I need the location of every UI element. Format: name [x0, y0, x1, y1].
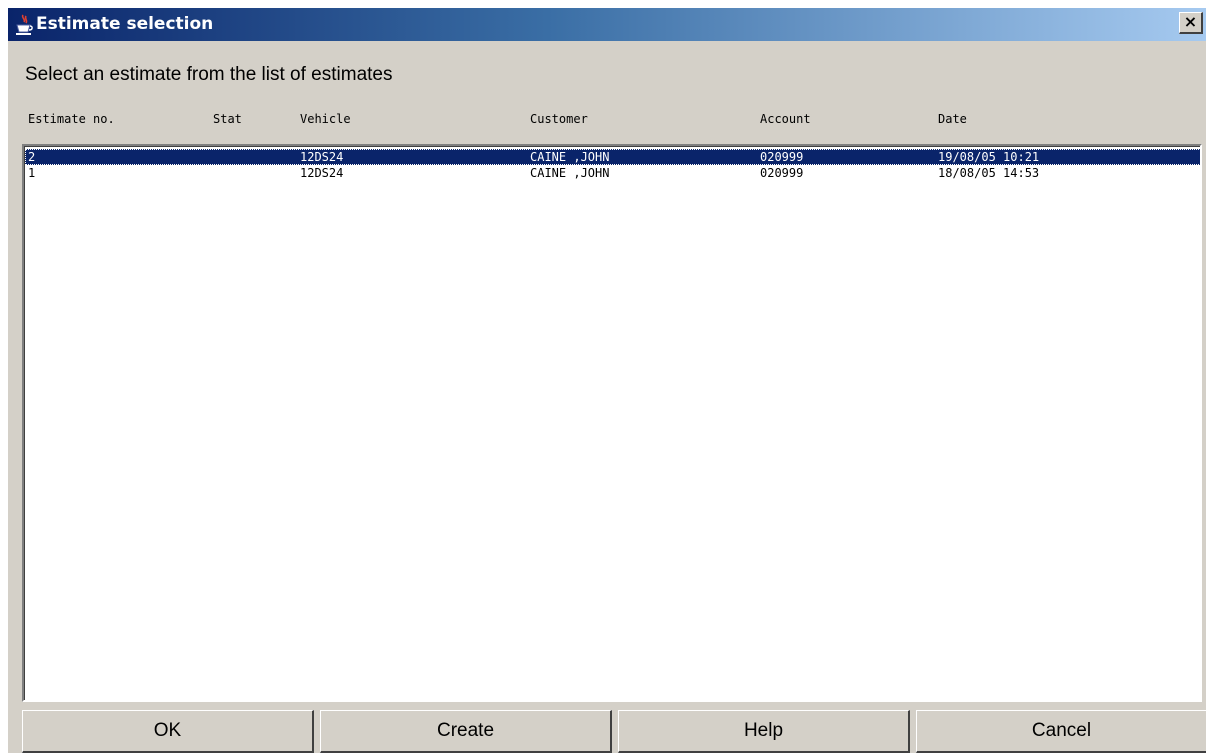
close-icon: ×: [1183, 12, 1198, 31]
title-bar[interactable]: Estimate selection ×: [8, 8, 1206, 41]
cell-date: 19/08/05 10:21: [938, 150, 1040, 164]
cell-vehicle: 12DS24: [300, 166, 344, 180]
close-button[interactable]: ×: [1179, 12, 1203, 34]
column-header-vehicle: Vehicle: [300, 112, 351, 126]
cell-customer: CAINE ,JOHN: [530, 150, 610, 164]
java-cup-icon: [14, 14, 34, 36]
cell-account: 020999: [760, 150, 804, 164]
estimates-list-body: 2 12DS24 CAINE ,JOHN 020999 19/08/05 10:…: [24, 146, 1200, 700]
estimates-list[interactable]: 2 12DS24 CAINE ,JOHN 020999 19/08/05 10:…: [22, 144, 1202, 702]
help-button[interactable]: Help: [618, 710, 910, 753]
estimate-selection-dialog: Estimate selection × Select an estimate …: [8, 8, 1206, 753]
cell-customer: CAINE ,JOHN: [530, 166, 610, 180]
cell-vehicle: 12DS24: [300, 150, 344, 164]
button-bar: OK Create Help Cancel: [22, 710, 1206, 753]
ok-button[interactable]: OK: [22, 710, 314, 753]
cancel-button[interactable]: Cancel: [916, 710, 1206, 753]
list-item[interactable]: 2 12DS24 CAINE ,JOHN 020999 19/08/05 10:…: [25, 149, 1200, 165]
column-header-stat: Stat: [213, 112, 242, 126]
column-header-customer: Customer: [530, 112, 588, 126]
instruction-text: Select an estimate from the list of esti…: [25, 64, 393, 85]
cell-estimate-no: 1: [28, 166, 36, 180]
cell-date: 18/08/05 14:53: [938, 166, 1040, 180]
cell-account: 020999: [760, 166, 804, 180]
cell-estimate-no: 2: [28, 150, 36, 164]
list-item[interactable]: 1 12DS24 CAINE ,JOHN 020999 18/08/05 14:…: [25, 165, 1200, 181]
window-title: Estimate selection: [36, 14, 214, 34]
column-header-date: Date: [938, 112, 967, 126]
column-headers: Estimate no. Stat Vehicle Customer Accou…: [8, 112, 1206, 132]
create-button[interactable]: Create: [320, 710, 612, 753]
column-header-account: Account: [760, 112, 811, 126]
column-header-estimate-no: Estimate no.: [28, 112, 115, 126]
